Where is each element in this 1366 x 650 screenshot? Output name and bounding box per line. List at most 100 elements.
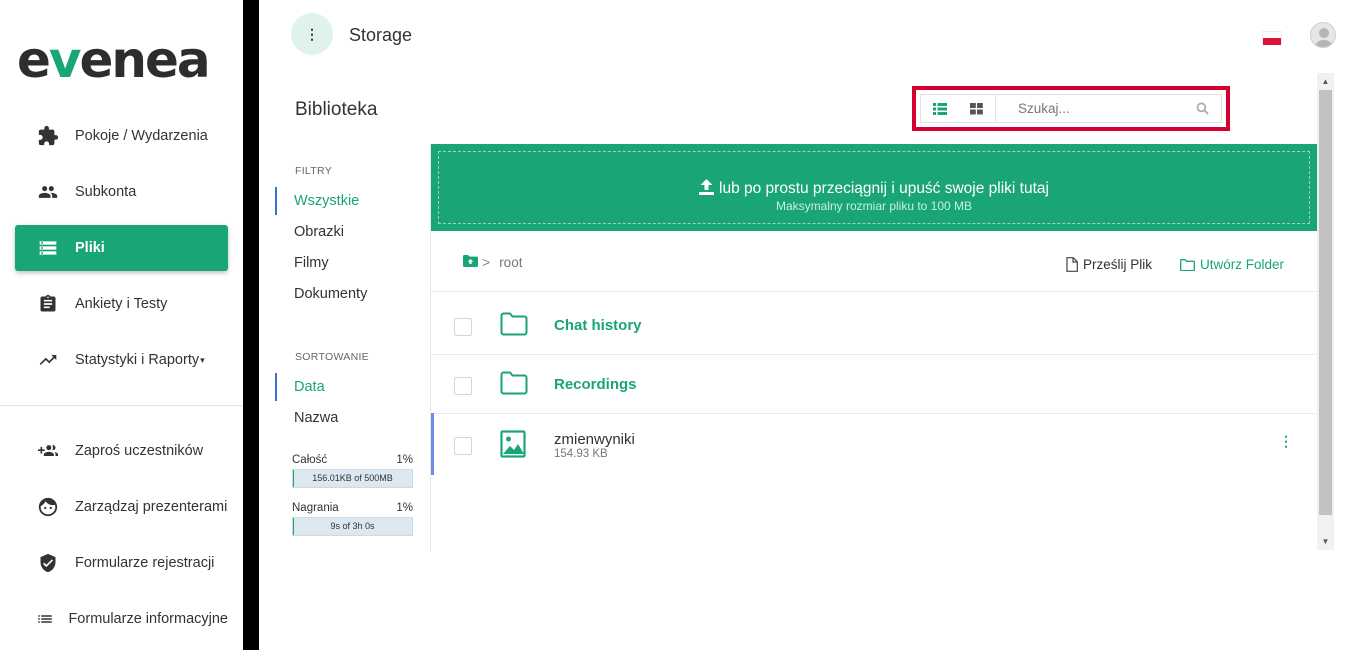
filters-heading: FILTRY [295, 165, 333, 177]
folder-icon [500, 312, 528, 341]
chevron-down-icon: ▾ [200, 354, 205, 365]
grid-view-icon [970, 102, 983, 114]
evenea-logo[interactable]: evenea [17, 30, 211, 90]
list-icon [33, 608, 56, 630]
toolbar-separator [995, 95, 996, 122]
scroll-thumb[interactable] [1319, 90, 1332, 515]
upload-icon [699, 179, 714, 200]
usage-total: Całość 1% 156.01KB of 500MB [292, 454, 413, 488]
folder-icon [500, 371, 528, 400]
sidebar-item-label: Formularze rejestracji [75, 555, 215, 571]
row-checkbox[interactable] [454, 377, 472, 395]
clipboard-icon [33, 293, 63, 315]
dropzone-border: lub po prostu przeciągnij i upuść swoje … [438, 151, 1310, 224]
puzzle-icon [33, 125, 63, 147]
list-view-icon [932, 102, 947, 115]
create-folder-button[interactable]: Utwórz Folder [1180, 257, 1284, 272]
sort-item-date[interactable]: Data [294, 379, 325, 395]
file-name[interactable]: zmienwyniki [554, 431, 635, 448]
sidebar-item-files[interactable]: Pliki [15, 225, 228, 271]
file-row[interactable]: Chat history [431, 296, 1317, 354]
usage-total-label: Całość [292, 454, 328, 466]
search-toolbar-inner [920, 94, 1222, 123]
usage-recordings-label: Nagrania [292, 502, 339, 514]
more-vertical-icon[interactable]: ⋮ [1279, 433, 1293, 450]
scroll-down-arrow-icon[interactable]: ▼ [1317, 533, 1334, 550]
sidebar-item-label: Ankiety i Testy [75, 296, 168, 312]
search-toolbar [912, 86, 1230, 131]
active-sort-marker [275, 373, 277, 401]
sidebar-item-label: Zarządzaj prezenterami [75, 499, 228, 515]
sidebar-item-label: Formularze informacyjne [68, 611, 228, 627]
filter-item-videos[interactable]: Filmy [294, 255, 329, 271]
dropzone-main-text: lub po prostu przeciągnij i upuść swoje … [439, 179, 1309, 200]
sidebar-item-manage-presenters[interactable]: Zarządzaj prezenterami [15, 484, 228, 530]
usage-recordings-percent: 1% [396, 502, 413, 514]
sidebar-item-label: Pliki [75, 240, 105, 256]
sidebar-item-label: Zaproś uczestników [75, 443, 204, 459]
selected-row-marker [431, 413, 434, 475]
filter-panel: FILTRY Wszystkie Obrazki Filmy Dokumenty… [275, 144, 431, 551]
file-icon [1066, 257, 1078, 272]
usage-total-detail: 156.01KB of 500MB [312, 473, 393, 483]
usage-total-bar: 156.01KB of 500MB [292, 469, 413, 488]
language-flag-icon[interactable] [1262, 31, 1282, 45]
row-divider [431, 291, 1317, 292]
filter-item-documents[interactable]: Dokumenty [294, 286, 367, 302]
sidebar-item-rooms-events[interactable]: Pokoje / Wydarzenia [15, 113, 228, 159]
sidebar-item-subaccounts[interactable]: Subkonta [15, 169, 228, 215]
sort-heading: SORTOWANIE [295, 351, 369, 363]
usage-recordings-bar: 9s of 3h 0s [292, 517, 413, 536]
folder-outline-icon [1180, 258, 1195, 271]
page-title: Biblioteka [295, 99, 378, 120]
window-divider [243, 0, 259, 650]
row-checkbox[interactable] [454, 318, 472, 336]
file-name[interactable]: Recordings [554, 376, 637, 393]
filter-item-all[interactable]: Wszystkie [294, 193, 359, 209]
group-add-icon [33, 440, 63, 462]
sidebar-item-info-forms[interactable]: Formularze informacyjne [15, 596, 228, 642]
face-icon [33, 496, 63, 518]
file-row[interactable]: Recordings [431, 355, 1317, 413]
breadcrumb: > root [463, 254, 522, 270]
sidebar-item-label: Statystyki i Raporty▾ [75, 352, 205, 368]
folder-home-icon[interactable] [463, 254, 478, 270]
grid-view-button[interactable] [958, 95, 995, 122]
usage-total-percent: 1% [396, 454, 413, 466]
breadcrumb-separator: > [482, 254, 491, 270]
active-filter-marker [275, 187, 277, 215]
sidebar-item-registration-forms[interactable]: Formularze rejestracji [15, 540, 228, 586]
shield-check-icon [33, 552, 63, 574]
sidebar: evenea Pokoje / Wydarzenia Subkonta Plik… [0, 0, 243, 650]
list-view-button[interactable] [921, 95, 958, 122]
people-icon [33, 181, 63, 203]
menu-toggle-button[interactable]: ⋮ [291, 13, 333, 55]
sidebar-divider [0, 405, 243, 406]
sidebar-item-surveys-tests[interactable]: Ankiety i Testy [15, 281, 228, 327]
scrollbar[interactable]: ▲ ▼ [1317, 73, 1334, 550]
image-file-icon [500, 430, 526, 463]
upload-file-button[interactable]: Prześlij Plik [1066, 257, 1152, 272]
file-row[interactable]: zmienwyniki 154.93 KB ⋮ [431, 413, 1317, 475]
page-section-title: Storage [349, 25, 413, 45]
scroll-up-arrow-icon[interactable]: ▲ [1317, 73, 1334, 90]
sort-item-name[interactable]: Nazwa [294, 410, 338, 426]
storage-icon [33, 237, 63, 259]
filter-item-images[interactable]: Obrazki [294, 224, 344, 240]
file-size: 154.93 KB [554, 448, 608, 460]
sidebar-item-label: Pokoje / Wydarzenia [75, 128, 208, 144]
more-vertical-icon: ⋮ [305, 25, 319, 42]
sidebar-item-label: Subkonta [75, 184, 137, 200]
file-name[interactable]: Chat history [554, 317, 642, 334]
row-checkbox[interactable] [454, 437, 472, 455]
breadcrumb-current[interactable]: root [499, 255, 522, 270]
avatar[interactable] [1310, 22, 1336, 48]
trending-up-icon [33, 349, 63, 371]
usage-recordings: Nagrania 1% 9s of 3h 0s [292, 502, 413, 536]
sidebar-item-invite-participants[interactable]: Zaproś uczestników [15, 428, 228, 474]
user-avatar-icon [1314, 28, 1334, 47]
search-icon[interactable] [1196, 95, 1209, 122]
search-input[interactable] [1015, 95, 1196, 122]
sidebar-item-stats-reports[interactable]: Statystyki i Raporty▾ [15, 337, 228, 383]
upload-dropzone[interactable]: lub po prostu przeciągnij i upuść swoje … [431, 144, 1317, 231]
